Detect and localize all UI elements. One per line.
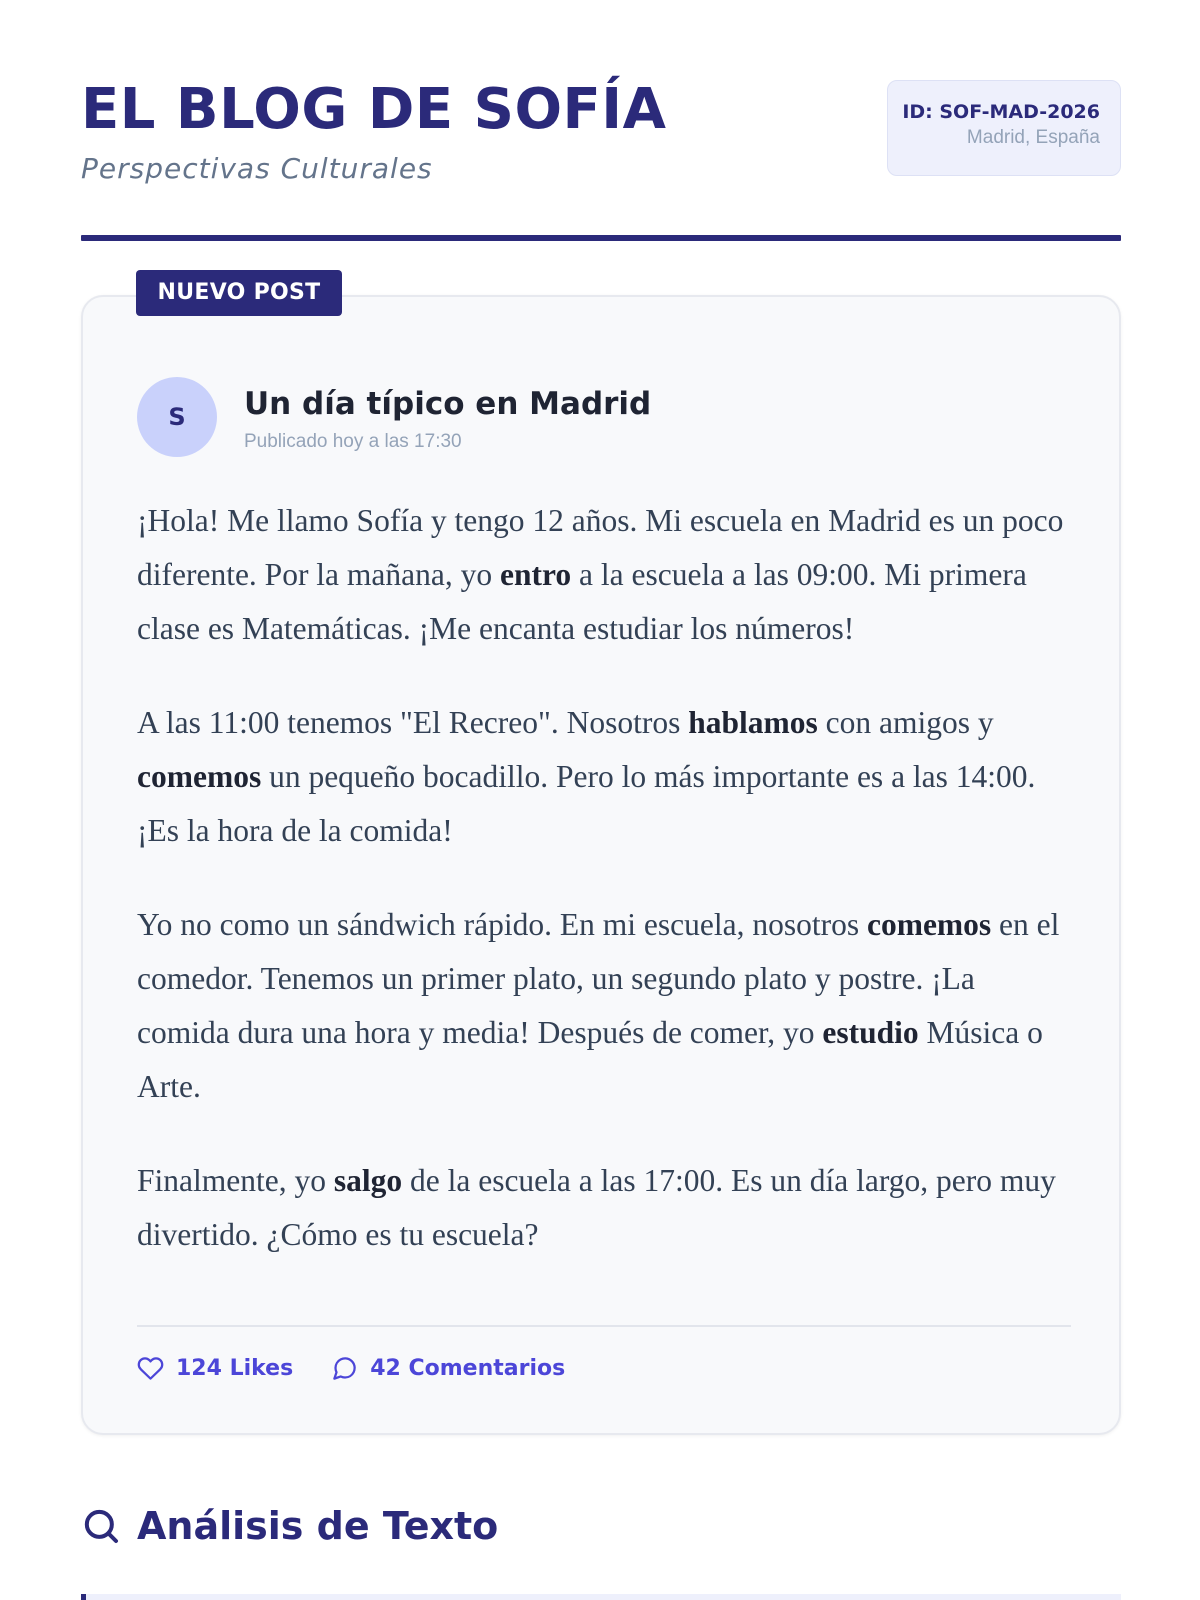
site-subtitle: Perspectivas Culturales — [81, 152, 433, 185]
likes-count: 124 Likes — [176, 1355, 294, 1381]
highlighted-verb: comemos — [137, 759, 262, 794]
post-title[interactable]: Un día típico en Madrid — [244, 386, 651, 422]
post-divider — [137, 1325, 1071, 1327]
search-icon — [81, 1506, 121, 1546]
new-post-tag: NUEVO POST — [136, 270, 342, 316]
paragraph-text: A las 11:00 tenemos "El Recreo". Nosotro… — [137, 705, 689, 740]
post-actions: 124 Likes 42 Comentarios — [137, 1348, 565, 1388]
id-code: ID: SOF-MAD-2026 — [902, 101, 1100, 123]
comments-button[interactable]: 42 Comentarios — [331, 1355, 565, 1382]
post-timestamp: Publicado hoy a las 17:30 — [244, 431, 462, 452]
post-paragraph: Finalmente, yo salgo de la escuela a las… — [137, 1154, 1067, 1262]
analysis-title: Análisis de Texto — [137, 1504, 499, 1548]
site-header: EL BLOG DE SOFÍA Perspectivas Culturales… — [81, 80, 1121, 240]
highlighted-verb: estudio — [822, 1015, 919, 1050]
paragraph-text: Yo no como un sándwich rápido. En mi esc… — [137, 907, 867, 942]
like-button[interactable]: 124 Likes — [137, 1355, 293, 1382]
site-title: EL BLOG DE SOFÍA — [81, 77, 667, 142]
comments-count: 42 Comentarios — [370, 1355, 566, 1381]
post-paragraph: Yo no como un sándwich rápido. En mi esc… — [137, 898, 1067, 1114]
id-badge: ID: SOF-MAD-2026 Madrid, España — [887, 80, 1121, 176]
analysis-panel-top — [81, 1594, 1121, 1600]
post-body: ¡Hola! Me llamo Sofía y tengo 12 años. M… — [137, 494, 1067, 1302]
header-divider — [81, 235, 1121, 241]
heart-icon — [137, 1355, 164, 1382]
paragraph-text: un pequeño bocadillo. Pero lo más import… — [137, 759, 1036, 848]
post-card: S Un día típico en Madrid Publicado hoy … — [81, 295, 1121, 1435]
highlighted-verb: hablamos — [688, 705, 818, 740]
id-location: Madrid, España — [966, 127, 1100, 148]
comment-icon — [331, 1355, 358, 1382]
paragraph-text: Finalmente, yo — [137, 1163, 334, 1198]
highlighted-verb: entro — [500, 557, 572, 592]
paragraph-text: con amigos y — [817, 705, 994, 740]
avatar: S — [137, 377, 217, 457]
highlighted-verb: salgo — [333, 1163, 403, 1198]
post-paragraph: A las 11:00 tenemos "El Recreo". Nosotro… — [137, 696, 1067, 858]
analysis-section-heading: Análisis de Texto — [81, 1504, 498, 1548]
highlighted-verb: comemos — [866, 907, 992, 942]
post-paragraph: ¡Hola! Me llamo Sofía y tengo 12 años. M… — [137, 494, 1067, 656]
